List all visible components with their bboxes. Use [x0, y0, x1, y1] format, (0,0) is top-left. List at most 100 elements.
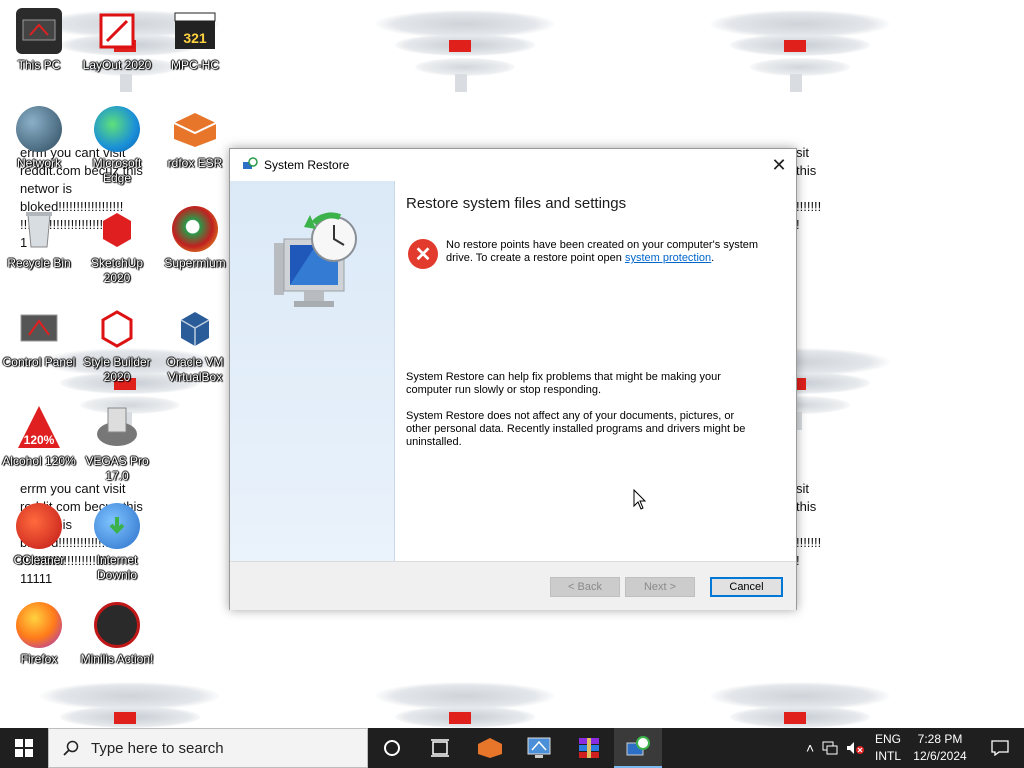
desktop-icon-network[interactable]: Network [1, 106, 77, 171]
system-protection-link[interactable]: system protection [625, 252, 711, 264]
computer-icon [16, 8, 62, 54]
desktop-icon-mpc-hc[interactable]: 321 MPC-HC [157, 8, 233, 73]
mpc-hc-icon: 321 [172, 8, 218, 54]
search-icon [63, 740, 79, 756]
wallpaper-motif [365, 0, 565, 110]
description-paragraph: System Restore can help fix problems tha… [406, 371, 721, 396]
desktop-icon-alcohol[interactable]: 120% Alcohol 120% [1, 404, 77, 469]
wallpaper-motif [365, 672, 565, 728]
windows-logo-icon [15, 739, 33, 757]
desktop-icon-edge[interactable]: Microsoft Edge [79, 106, 155, 186]
desktop-icon-label: SketchUp 2020 [90, 256, 144, 285]
volume-muted-icon[interactable] [846, 741, 865, 755]
window-title: System Restore [264, 158, 350, 172]
desktop-icon-ccleaner[interactable]: CCleaner [1, 503, 77, 568]
desktop-icon-label: Recycle Bin [7, 256, 71, 270]
supermium-icon [172, 206, 218, 252]
recycle-bin-icon [16, 206, 62, 252]
action-center-button[interactable] [976, 728, 1024, 768]
desktop-icon-label: Microsoft Edge [92, 156, 142, 185]
wallpaper-text: sit this !!!!!!! ! [796, 145, 822, 232]
start-button[interactable] [0, 728, 48, 768]
wizard-content: Restore system files and settings ✕ No r… [406, 181, 786, 448]
wallpaper-motif [30, 672, 230, 728]
search-input[interactable] [89, 738, 363, 758]
close-icon: ✕ [771, 154, 787, 175]
r3dfox-icon [172, 106, 218, 152]
desktop-icon-style-builder[interactable]: Style Builder 2020 [79, 305, 155, 385]
notification-icon [991, 740, 1009, 756]
taskbar-app-control-panel[interactable] [515, 728, 563, 768]
close-button[interactable]: ✕ [762, 149, 796, 181]
error-text: No restore points have been created on y… [446, 239, 766, 269]
desktop-icon-internet-download[interactable]: Internet Downlo [79, 503, 155, 583]
description-paragraph: System Restore does not affect any of yo… [406, 410, 746, 448]
wallpaper-motif [700, 0, 900, 110]
desktop-icon-label: VEGAS Pro 17.0 [85, 454, 149, 483]
system-restore-icon [243, 157, 258, 169]
desktop-icon-control-panel[interactable]: Control Panel [1, 305, 77, 370]
desktop-icon-label: Style Builder 2020 [83, 355, 151, 384]
svg-text:120%: 120% [24, 433, 55, 447]
desktop-icon-firefox[interactable]: Firefox [1, 602, 77, 667]
desktop-icon-action[interactable]: Minilis Action! [79, 602, 155, 667]
language-code: ENG [874, 732, 901, 746]
vegas-pro-icon [94, 404, 140, 450]
error-icon: ✕ [408, 239, 438, 269]
system-restore-icon [626, 736, 650, 756]
taskbar-app-system-restore[interactable] [614, 728, 662, 768]
desktop-icon-label: CCleaner [13, 553, 65, 567]
next-button[interactable]: Next > [625, 577, 695, 597]
alcohol-icon: 120% [16, 404, 62, 450]
layout-icon [94, 8, 140, 54]
network-icon[interactable] [822, 741, 838, 755]
error-message: ✕ No restore points have been created on… [408, 239, 766, 269]
desktop-icon-label: Oracle VM VirtualBox [166, 355, 224, 384]
mouse-cursor-icon [633, 489, 647, 510]
wallpaper-motif [700, 672, 900, 728]
winrar-icon [579, 738, 599, 758]
title-bar[interactable]: System Restore ✕ [230, 149, 796, 181]
cortana-circle-icon [384, 740, 400, 756]
control-panel-icon [527, 737, 551, 758]
keyboard-layout: INTL [874, 749, 901, 763]
desktop-icon-label: Alcohol 120% [2, 454, 76, 468]
chevron-up-icon[interactable]: ˄ [806, 740, 814, 756]
r3dfox-icon [478, 738, 502, 758]
network-globe-icon [16, 106, 62, 152]
control-panel-icon [16, 305, 62, 351]
svg-text:321: 321 [183, 30, 207, 46]
desktop-icon-layout-2020[interactable]: LayOut 2020 [79, 8, 155, 73]
dialog-body: Restore system files and settings ✕ No r… [230, 181, 796, 561]
error-text-end: . [711, 252, 715, 264]
page-heading: Restore system files and settings [406, 195, 627, 212]
taskbar-app-r3dfox[interactable] [466, 728, 514, 768]
taskbar-app-winrar[interactable] [565, 728, 613, 768]
edge-icon [94, 106, 140, 152]
cancel-button[interactable]: Cancel [710, 577, 783, 597]
virtualbox-icon [172, 305, 218, 351]
desktop-icon-this-pc[interactable]: This PC [1, 8, 77, 73]
taskbar-clock[interactable]: 7:28 PM 12/6/2024 [906, 731, 974, 765]
clock-date: 12/6/2024 [913, 749, 967, 763]
task-view-button[interactable] [416, 728, 464, 768]
wizard-side-panel [230, 181, 395, 561]
taskbar-search[interactable] [48, 728, 368, 768]
desktop-icon-vegas-pro[interactable]: VEGAS Pro 17.0 [79, 404, 155, 484]
desktop-icon-virtualbox[interactable]: Oracle VM VirtualBox [157, 305, 233, 385]
desktop-icon-recycle-bin[interactable]: Recycle Bin [1, 206, 77, 271]
desktop-icon-label: Control Panel [2, 355, 76, 369]
download-manager-icon [94, 503, 140, 549]
system-restore-dialog: System Restore ✕ Restore system files an… [229, 148, 797, 610]
desktop-icon-sketchup[interactable]: SketchUp 2020 [79, 206, 155, 286]
desktop-icon-label: This PC [17, 58, 61, 72]
desktop-icon-r3dfox[interactable]: rdfox ESR [157, 106, 233, 171]
desktop-icon-label: Minilis Action! [80, 652, 154, 666]
desktop-icon-label: Supermium [164, 256, 226, 270]
back-button[interactable]: < Back [550, 577, 620, 597]
language-indicator[interactable]: ENG INTL [868, 731, 908, 765]
desktop-icon-label: LayOut 2020 [82, 58, 152, 72]
desktop-icon-label: Firefox [20, 652, 58, 666]
cortana-button[interactable] [368, 728, 416, 768]
desktop-icon-supermium[interactable]: Supermium [157, 206, 233, 271]
